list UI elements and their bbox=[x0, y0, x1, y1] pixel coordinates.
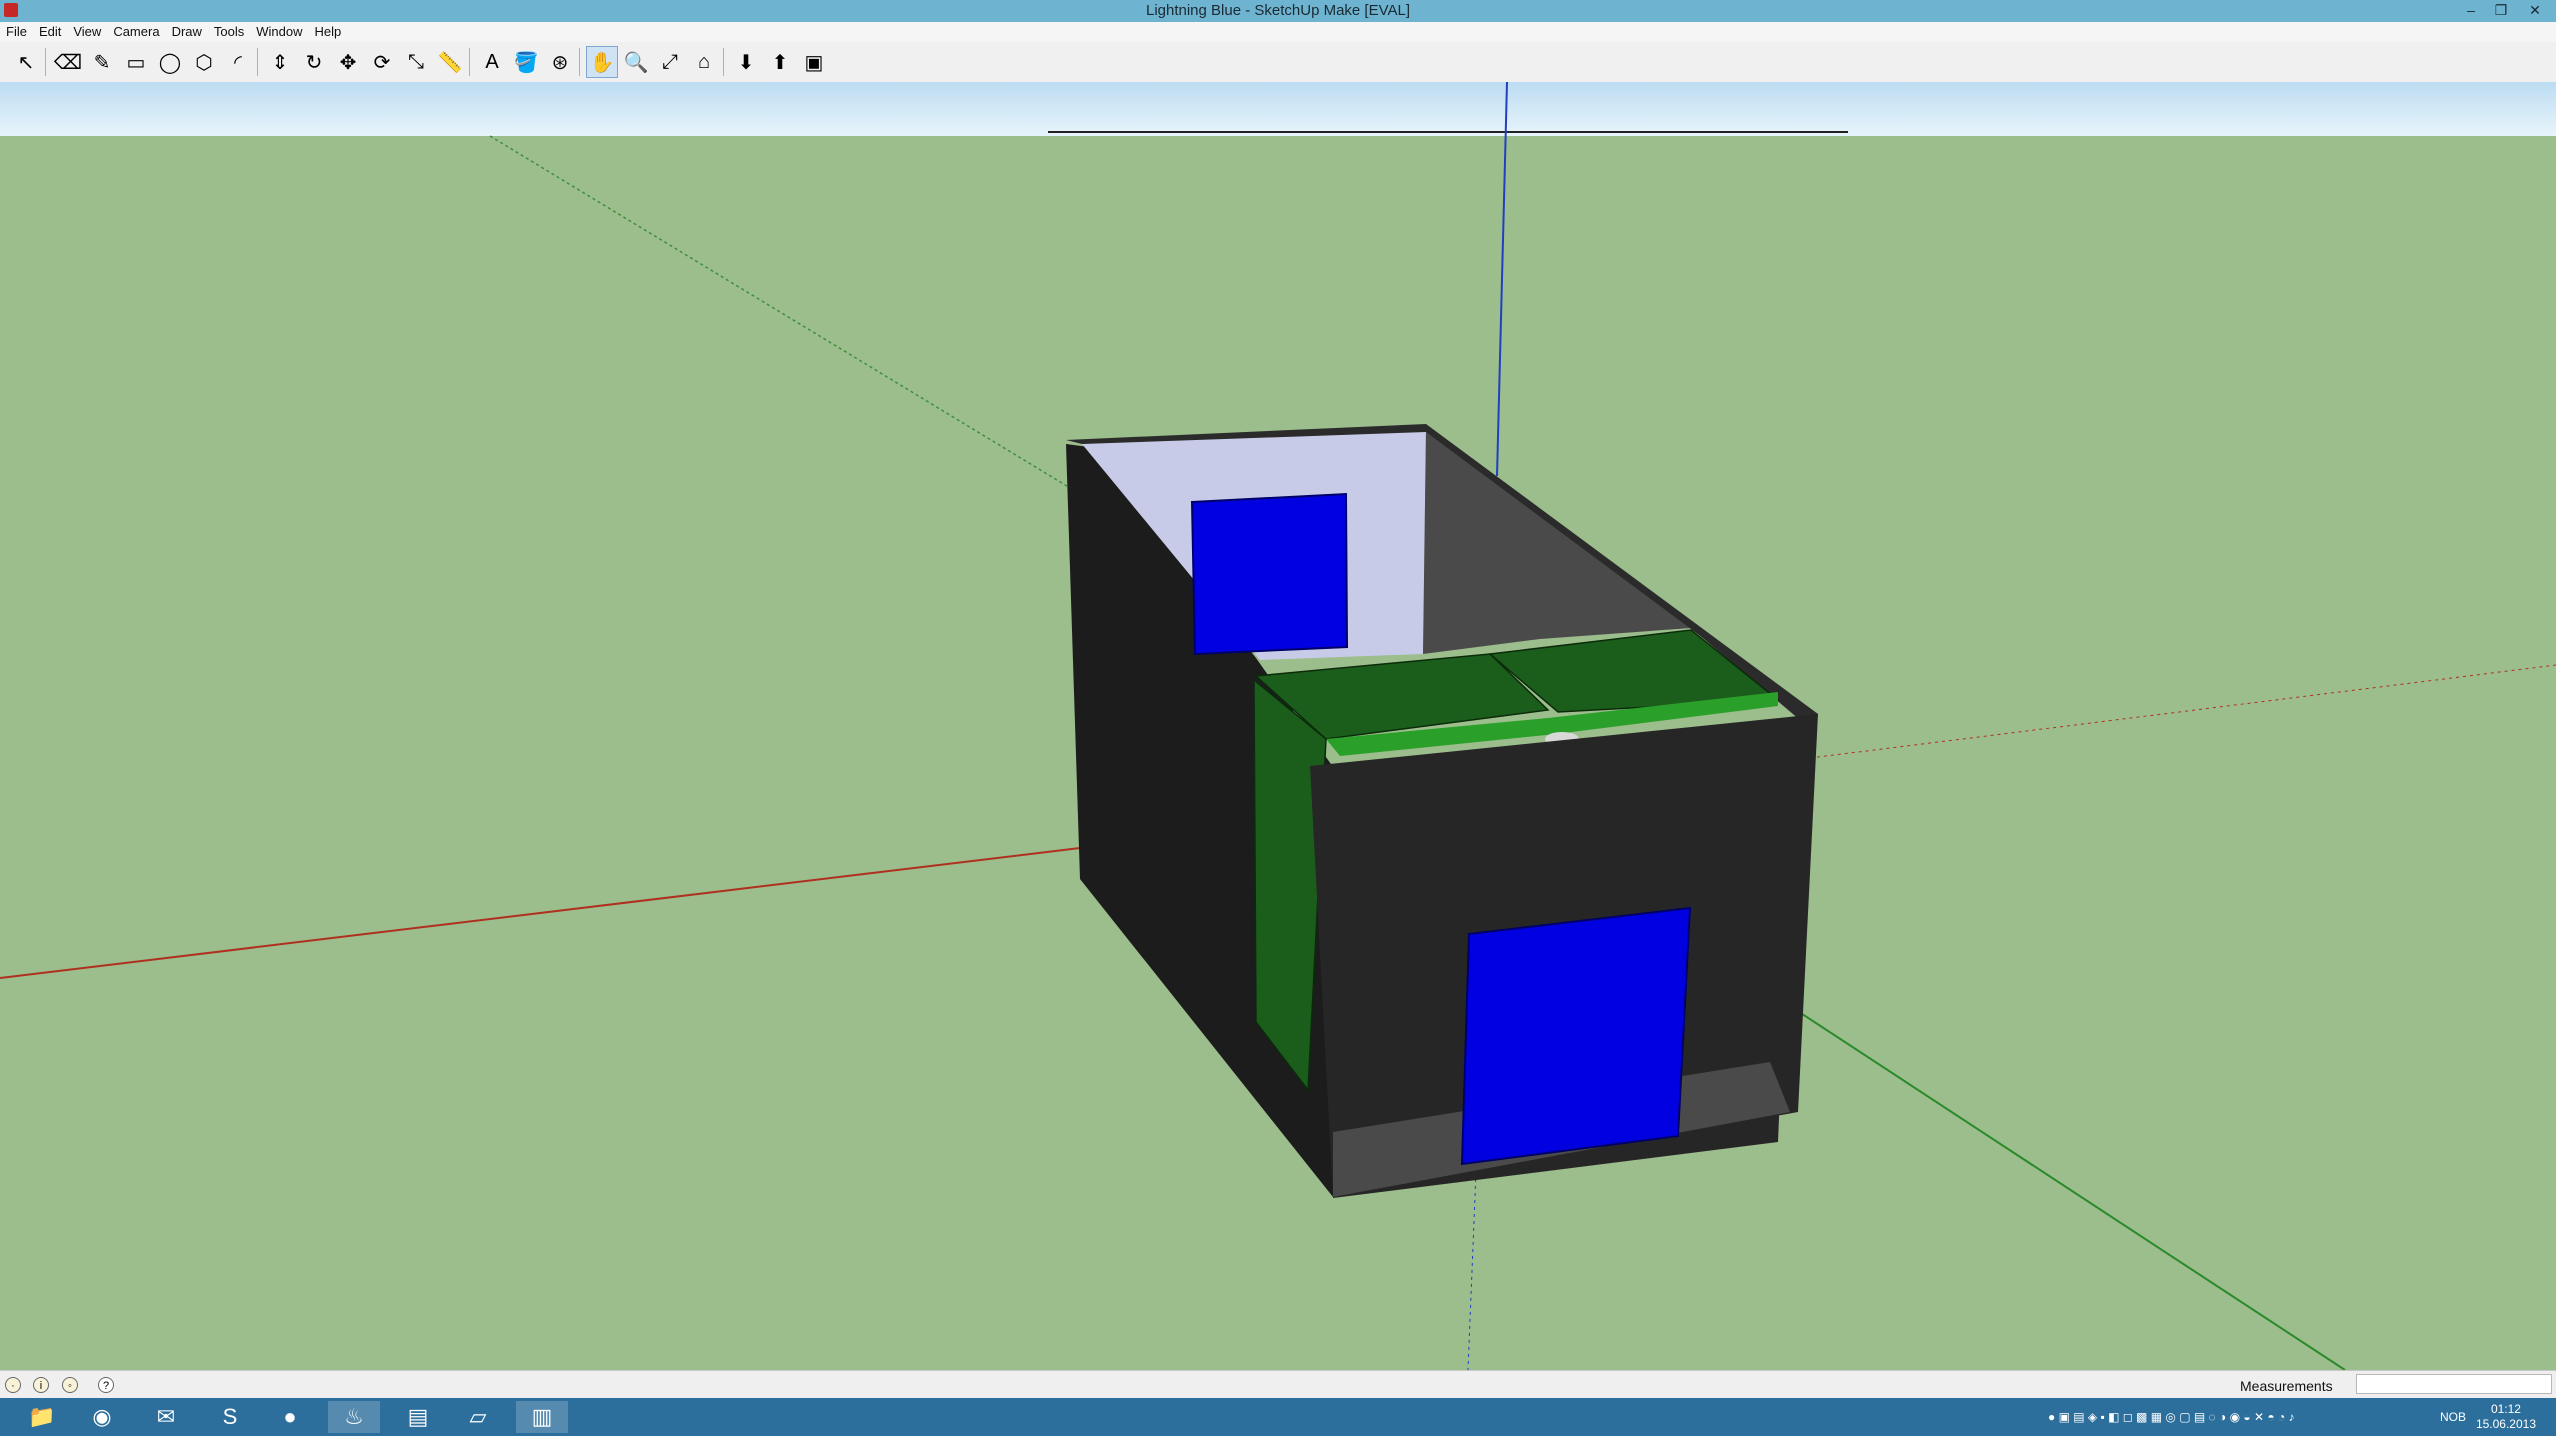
zoom-extents-tool[interactable]: ⤢ bbox=[654, 46, 686, 78]
polygon-tool[interactable]: ⬡ bbox=[188, 46, 220, 78]
push-pull-icon: ⇕ bbox=[271, 51, 289, 74]
rectangle-tool[interactable]: ▭ bbox=[120, 46, 152, 78]
toolbar-separator bbox=[257, 48, 258, 76]
move-icon: ✥ bbox=[339, 51, 357, 74]
scale-icon: ⤡ bbox=[408, 50, 424, 73]
push-pull-tool[interactable]: ⇕ bbox=[264, 46, 296, 78]
get-models-icon: ⬇ bbox=[737, 51, 755, 74]
tape-measure-icon: 📏 bbox=[437, 51, 463, 74]
menu-tools[interactable]: Tools bbox=[208, 22, 250, 41]
close-icon[interactable]: ✕ bbox=[2520, 0, 2550, 20]
skype-icon[interactable]: S bbox=[204, 1401, 256, 1433]
toolbar-separator bbox=[469, 48, 470, 76]
toolbar-separator bbox=[45, 48, 46, 76]
language-indicator[interactable]: NOB bbox=[2440, 1410, 2466, 1424]
zoom-icon: 🔍 bbox=[623, 51, 649, 74]
restore-icon[interactable]: ❐ bbox=[2486, 0, 2516, 20]
eraser-icon: ⌫ bbox=[53, 51, 83, 74]
firefox-icon[interactable]: ● bbox=[264, 1401, 316, 1433]
taskbar: 📁 ◉ ✉ S ● ♨ ▤ ▱ ▥ ● ▣ ▤ ◈ ▪ ◧ ◻ ▩ ▦ ◎ ▢ … bbox=[0, 1398, 2556, 1436]
scale-tool[interactable]: ⤡ bbox=[400, 46, 432, 78]
tape-measure-tool[interactable]: 📏 bbox=[434, 46, 466, 78]
menu-camera[interactable]: Camera bbox=[107, 22, 165, 41]
pan-icon: ✋ bbox=[589, 51, 615, 74]
follow-me-icon: ↻ bbox=[305, 51, 323, 74]
toolbar-separator bbox=[723, 48, 724, 76]
rotate-icon: ⟳ bbox=[373, 51, 391, 74]
pan-tool[interactable]: ✋ bbox=[586, 46, 618, 78]
orbit-tool[interactable]: ⊛ bbox=[544, 46, 576, 78]
share-model-tool[interactable]: ⬆ bbox=[764, 46, 796, 78]
pencil-tool[interactable]: ✎ bbox=[86, 46, 118, 78]
orbit-icon: ⊛ bbox=[551, 51, 569, 74]
measurements-label: Measurements bbox=[2240, 1378, 2333, 1394]
clock-date: 15.06.2013 bbox=[2475, 1417, 2536, 1431]
steam-icon[interactable]: ♨ bbox=[328, 1401, 380, 1433]
credits-icon[interactable]: i bbox=[33, 1377, 49, 1393]
share-model-icon: ⬆ bbox=[771, 51, 789, 74]
geo-location-icon[interactable]: · bbox=[5, 1377, 21, 1393]
text-tool[interactable]: A bbox=[476, 46, 508, 78]
minimize-icon[interactable]: – bbox=[2456, 0, 2486, 20]
arc-tool[interactable]: ◜ bbox=[222, 46, 254, 78]
clock-time: 01:12 bbox=[2490, 1402, 2521, 1416]
help-icon[interactable]: ? bbox=[98, 1377, 114, 1393]
warehouse-icon: ⌂ bbox=[697, 50, 711, 73]
zoom-tool[interactable]: 🔍 bbox=[620, 46, 652, 78]
get-models-tool[interactable]: ⬇ bbox=[730, 46, 762, 78]
circle-icon: ◯ bbox=[158, 51, 182, 74]
extension-tool[interactable]: ▣ bbox=[798, 46, 830, 78]
sky bbox=[0, 82, 2556, 136]
zoom-extents-icon: ⤢ bbox=[662, 50, 678, 73]
extension-icon: ▣ bbox=[804, 51, 824, 74]
menu-help[interactable]: Help bbox=[309, 22, 348, 41]
arc-icon: ◜ bbox=[234, 51, 242, 74]
paint-bucket-icon: 🪣 bbox=[513, 51, 539, 74]
toolbar-separator bbox=[579, 48, 580, 76]
blue-panel-front bbox=[1460, 906, 1692, 1166]
rectangle-icon: ▭ bbox=[126, 51, 146, 74]
eraser-tool[interactable]: ⌫ bbox=[52, 46, 84, 78]
menu-view[interactable]: View bbox=[67, 22, 107, 41]
menu-edit[interactable]: Edit bbox=[33, 22, 67, 41]
model-viewport[interactable] bbox=[0, 82, 2556, 1370]
warehouse-tool[interactable]: ⌂ bbox=[688, 46, 720, 78]
title-bar: Lightning Blue - SketchUp Make [EVAL] – … bbox=[0, 0, 2556, 22]
file-explorer-icon[interactable]: 📁 bbox=[16, 1401, 68, 1433]
move-tool[interactable]: ✥ bbox=[332, 46, 364, 78]
text-icon: A bbox=[485, 50, 499, 73]
blue-panel-back bbox=[1190, 492, 1349, 656]
circle-tool[interactable]: ◯ bbox=[154, 46, 186, 78]
sketchup-taskbar-icon[interactable]: ▥ bbox=[516, 1401, 568, 1433]
main-toolbar: ↖ ⌫ ✎ ▭ ◯ ⬡ ◜ ⇕ ↻ ✥ ⟳ ⤡ 📏 A 🪣 ⊛ ✋ 🔍 ⤢ ⌂ ⬇ ⬆ ▣ bbox=[0, 42, 2556, 83]
paint-bucket-tool[interactable]: 🪣 bbox=[510, 46, 542, 78]
status-bar: · i ◦ ? Measurements bbox=[0, 1370, 2556, 1399]
select-tool[interactable]: ↖ bbox=[10, 46, 42, 78]
measurements-input[interactable] bbox=[2356, 1374, 2552, 1394]
menu-bar: File Edit View Camera Draw Tools Window Help bbox=[0, 22, 2556, 42]
notes-icon[interactable]: ▱ bbox=[452, 1401, 504, 1433]
user-icon[interactable]: ◦ bbox=[62, 1377, 78, 1393]
menu-file[interactable]: File bbox=[0, 22, 33, 41]
window-title: Lightning Blue - SketchUp Make [EVAL] bbox=[1145, 2, 1411, 19]
tray-icons[interactable]: ● ▣ ▤ ◈ ▪ ◧ ◻ ▩ ▦ ◎ ▢ ▤ ◌ ◑ ◉ ◒ ✕ ◓ ◔ ♪ bbox=[2048, 1410, 2295, 1424]
thunderbird-icon[interactable]: ✉ bbox=[140, 1401, 192, 1433]
clock[interactable]: 01:12 15.06.2013 bbox=[2476, 1402, 2536, 1432]
chrome-icon[interactable]: ◉ bbox=[76, 1401, 128, 1433]
pencil-icon: ✎ bbox=[93, 51, 111, 74]
network-icon[interactable]: ▤ bbox=[392, 1401, 444, 1433]
arrow-icon: ↖ bbox=[17, 51, 35, 74]
menu-window[interactable]: Window bbox=[250, 22, 308, 41]
menu-draw[interactable]: Draw bbox=[166, 22, 208, 41]
rotate-tool[interactable]: ⟳ bbox=[366, 46, 398, 78]
polygon-icon: ⬡ bbox=[195, 51, 213, 74]
follow-me-tool[interactable]: ↻ bbox=[298, 46, 330, 78]
